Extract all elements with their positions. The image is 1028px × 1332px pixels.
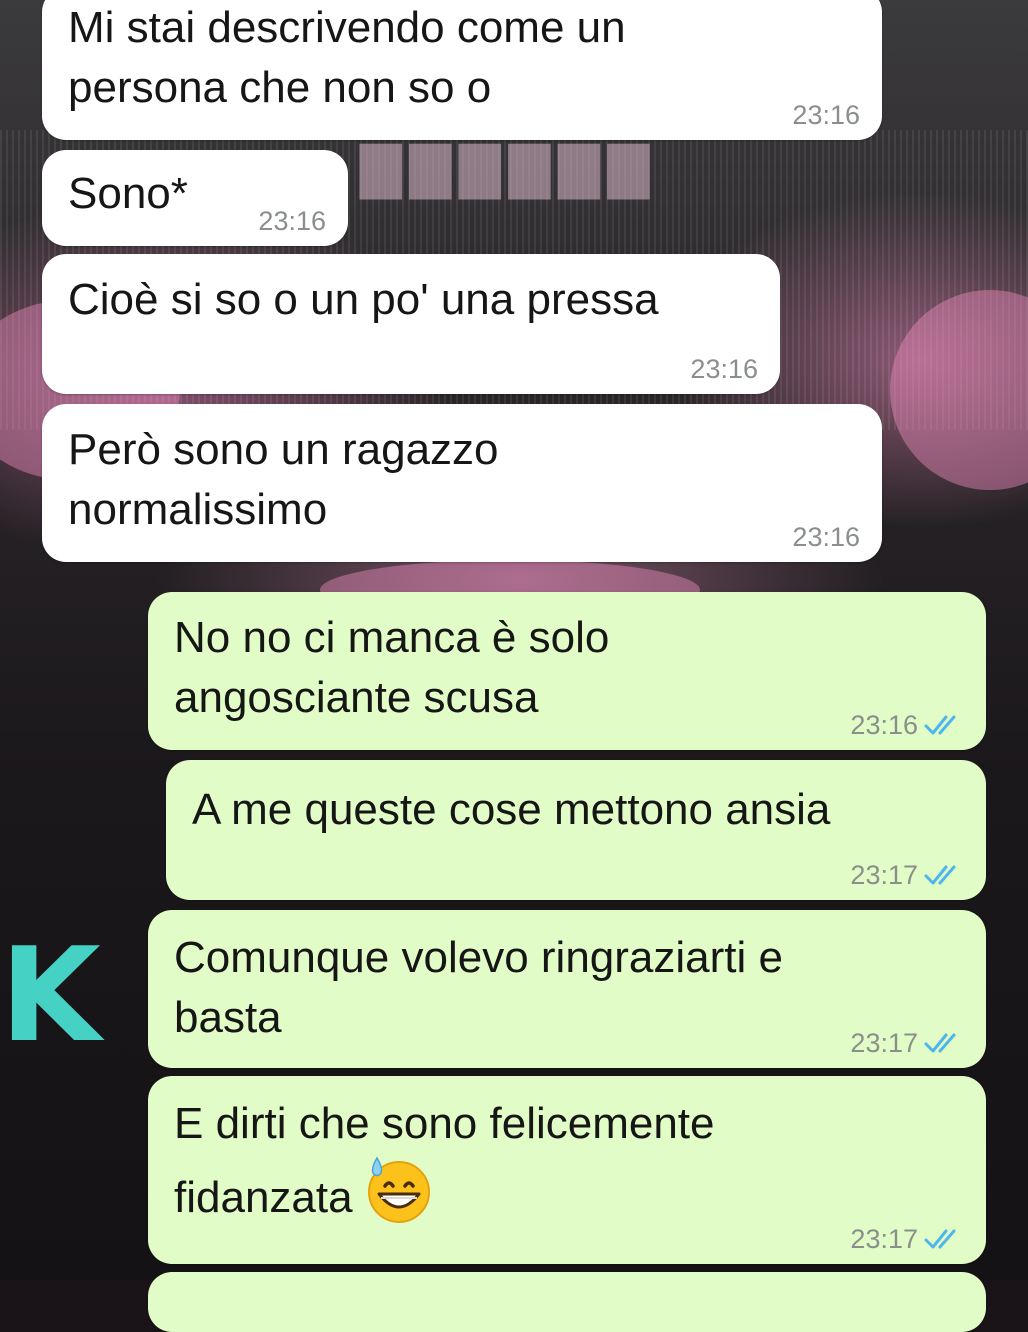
message-text: Cioè si so o un po' una pressa bbox=[68, 275, 659, 324]
message-text: A me queste cose mettono ansia bbox=[192, 785, 831, 834]
message-text: Mi stai descrivendo come un persona che … bbox=[68, 3, 626, 112]
message-time: 23:16 bbox=[690, 354, 758, 384]
message-text: Comunque volevo ringraziarti e basta bbox=[174, 933, 783, 1042]
message-text: No no ci manca è solo angosciante scusa bbox=[174, 613, 610, 722]
message-meta: 23:17 bbox=[850, 860, 964, 890]
message-bubble-outgoing-partial[interactable] bbox=[148, 1272, 986, 1332]
message-text-body: E dirti che sono felicemente fidanzata bbox=[174, 1099, 715, 1222]
message-bubble-outgoing[interactable]: Comunque volevo ringraziarti e basta 23:… bbox=[148, 910, 986, 1068]
message-time: 23:16 bbox=[792, 522, 860, 552]
message-meta: 23:16 bbox=[690, 354, 758, 384]
message-list[interactable]: Mi stai descrivendo come un persona che … bbox=[0, 0, 1028, 1332]
message-time: 23:16 bbox=[792, 100, 860, 130]
message-bubble-outgoing[interactable]: No no ci manca è solo angosciante scusa … bbox=[148, 592, 986, 750]
message-meta: 23:16 bbox=[850, 710, 964, 740]
message-text: E dirti che sono felicemente fidanzata bbox=[174, 1094, 960, 1228]
read-receipt-icon bbox=[924, 1229, 956, 1249]
message-time: 23:17 bbox=[850, 860, 918, 890]
grinning-face-with-sweat-icon bbox=[367, 1156, 430, 1223]
message-meta: 23:17 bbox=[850, 1224, 964, 1254]
message-bubble-incoming[interactable]: Mi stai descrivendo come un persona che … bbox=[42, 0, 882, 140]
message-meta: 23:16 bbox=[792, 522, 860, 552]
message-bubble-incoming[interactable]: Però sono un ragazzo normalissimo 23:16 bbox=[42, 404, 882, 562]
read-receipt-icon bbox=[924, 1033, 956, 1053]
message-text: Però sono un ragazzo normalissimo bbox=[68, 425, 499, 534]
message-bubble-incoming[interactable]: Cioè si so o un po' una pressa 23:16 bbox=[42, 254, 780, 394]
read-receipt-icon bbox=[924, 865, 956, 885]
read-receipt-icon bbox=[924, 715, 956, 735]
message-time: 23:17 bbox=[850, 1224, 918, 1254]
message-bubble-incoming[interactable]: Sono* 23:16 bbox=[42, 150, 348, 246]
message-time: 23:16 bbox=[850, 710, 918, 740]
message-bubble-outgoing[interactable]: E dirti che sono felicemente fidanzata 2… bbox=[148, 1076, 986, 1264]
message-meta: 23:17 bbox=[850, 1028, 964, 1058]
message-bubble-outgoing[interactable]: A me queste cose mettono ansia 23:17 bbox=[166, 760, 986, 900]
message-time: 23:16 bbox=[258, 206, 326, 236]
message-meta: 23:16 bbox=[792, 100, 860, 130]
message-time: 23:17 bbox=[850, 1028, 918, 1058]
message-meta: 23:16 bbox=[258, 206, 326, 236]
